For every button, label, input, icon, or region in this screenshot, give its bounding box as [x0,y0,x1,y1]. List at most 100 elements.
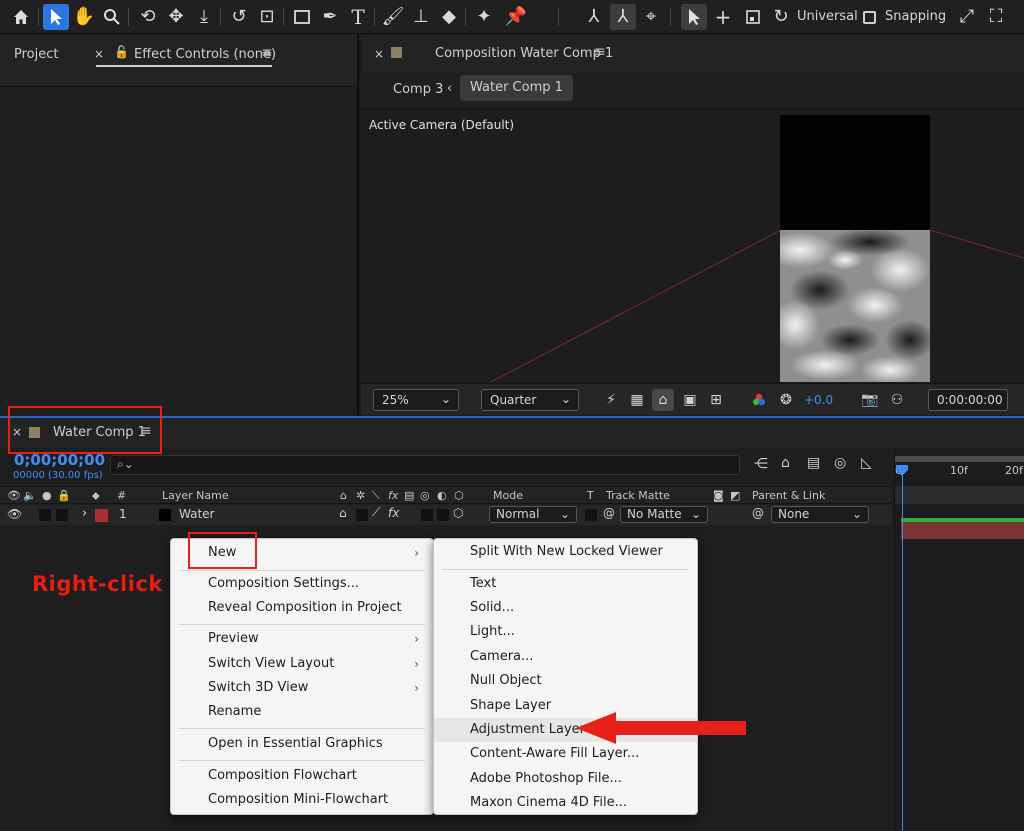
close-icon[interactable]: × [374,47,384,61]
fx-switch[interactable]: fx [388,506,399,520]
transparency-grid-icon[interactable]: ▦ [626,389,648,411]
pickwhip-icon[interactable]: @ [603,506,615,520]
tab-effect-controls[interactable]: Effect Controls (none) [134,47,276,62]
world-axis-icon[interactable]: ⅄ [610,4,636,30]
frame-blending-icon[interactable]: ▤ [807,455,820,471]
composition-flowchart-icon[interactable]: ⋲ [754,456,768,472]
expand-chevron-icon[interactable]: › [82,506,87,521]
dolly-camera-icon[interactable]: ⤓ [191,4,217,30]
home-icon[interactable] [8,4,34,30]
show-snapshot-icon[interactable]: ⚇ [886,389,908,411]
pan-behind-icon[interactable]: ⊡ [254,4,280,30]
column-parent-link[interactable]: Parent & Link [752,489,825,502]
menu-item-preview[interactable]: Preview › [171,627,433,651]
layer-name[interactable]: Water [179,507,214,521]
track-matte-dropdown[interactable]: No Matte ⌄ [620,506,708,523]
selection-tool-icon[interactable] [43,4,69,30]
menu-item-rename[interactable]: Rename [171,700,433,724]
lock-icon[interactable]: 🔓 [114,45,129,59]
work-area-bar[interactable] [895,456,1024,462]
menu-item-composition-mini-flowchart[interactable]: Composition Mini-Flowchart [171,788,433,812]
breadcrumb-parent[interactable]: Comp 3 [393,82,443,97]
snapping-label[interactable]: Snapping [885,9,946,24]
parent-pickwhip-icon[interactable]: @ [752,506,764,520]
zoom-tool-icon[interactable] [99,4,125,30]
menu-item-photoshop-file[interactable]: Adobe Photoshop File... [434,767,697,791]
resolution-dropdown[interactable]: Quarter ⌄ [481,389,579,411]
panel-menu-icon[interactable]: ≡ [261,45,273,61]
menu-item-open-essential-graphics[interactable]: Open in Essential Graphics [171,732,433,756]
time-ruler-area[interactable]: 0f 10f 20f [894,448,1024,831]
video-visibility-icon[interactable]: 👁 [7,489,21,502]
quality-switch-icon[interactable]: ⟋ [372,505,380,520]
table-row[interactable]: 👁 › 1 Water ⌂ ⟋ fx ⬡ Normal ⌄ @ No Matte… [0,505,892,525]
pen-tool-icon[interactable]: ✒ [317,4,343,30]
graph-editor-icon[interactable]: ◺ [861,455,872,471]
menu-item-reveal-composition[interactable]: Reveal Composition in Project [171,596,433,620]
clone-stamp-icon[interactable]: ⊥ [408,4,434,30]
position-gizmo-icon[interactable]: + [710,4,736,30]
menu-item-split-locked-viewer[interactable]: Split With New Locked Viewer [434,540,697,564]
shy-layers-icon[interactable]: ⌂ [781,455,790,471]
solo-icon[interactable]: ● [42,489,52,502]
puppet-pin-icon[interactable]: 📌 [503,4,529,30]
solo-toggle[interactable] [56,509,68,521]
menu-item-switch-3d-view[interactable]: Switch 3D View › [171,676,433,700]
layer-duration-bar[interactable] [901,522,1024,539]
rectangle-tool-icon[interactable] [289,4,315,30]
preserve-transparency-toggle[interactable] [585,509,597,521]
fast-previews-icon[interactable]: ⚡ [600,389,622,411]
snap-grid-icon[interactable]: ⛶ [983,4,1009,30]
workspace-label[interactable]: Universal [797,9,858,24]
orbit-camera-icon[interactable]: ⟲ [135,4,161,30]
menu-item-solid[interactable]: Solid... [434,596,697,620]
menu-item-null-object[interactable]: Null Object [434,669,697,693]
rotate-tool-icon[interactable]: ↺ [226,4,252,30]
3d-layer-switch-icon[interactable]: ⬡ [453,506,463,520]
local-axis-icon[interactable]: ⅄ [581,4,607,30]
column-track-matte[interactable]: Track Matte [606,489,670,502]
tab-project[interactable]: Project [14,47,58,62]
column-layer-name[interactable]: Layer Name [162,489,229,502]
mask-visibility-icon[interactable]: ⌂ [652,389,674,411]
viewer-canvas-area[interactable]: Active Camera (Default) [361,110,1024,382]
menu-item-composition-settings[interactable]: Composition Settings... [171,572,433,596]
menu-item-composition-flowchart[interactable]: Composition Flowchart [171,764,433,788]
pan-camera-icon[interactable]: ✥ [163,4,189,30]
label-tag-icon[interactable]: ⬥ [92,489,100,503]
collapse-switch[interactable] [356,509,368,521]
scale-gizmo-icon[interactable] [740,4,766,30]
audio-toggle[interactable] [39,509,51,521]
universal-move-icon[interactable] [681,4,707,30]
magnification-dropdown[interactable]: 25% ⌄ [373,389,459,411]
panel-menu-icon[interactable]: ≡ [594,44,606,60]
adjustment-switch[interactable] [437,509,449,521]
menu-item-text[interactable]: Text [434,572,697,596]
current-time-display[interactable]: 0:00:00:00 [928,389,1008,411]
shy-switch-icon[interactable]: ⌂ [339,506,347,520]
audio-icon[interactable]: 🔈 [23,489,37,502]
menu-item-content-aware-fill-layer[interactable]: Content-Aware Fill Layer... [434,742,697,766]
type-tool-icon[interactable]: T [345,4,371,30]
layer-search-input[interactable]: ⌕⌄ [110,455,740,475]
eye-icon[interactable]: 👁 [7,507,22,521]
roto-brush-icon[interactable]: ✦ [471,4,497,30]
tab-composition[interactable]: Composition Water Comp 1 [435,46,613,61]
region-of-interest-icon[interactable]: ▣ [679,389,701,411]
layer-label-color[interactable] [95,509,108,522]
close-icon[interactable]: × [94,47,104,61]
playhead-line[interactable] [902,466,903,831]
channel-icon[interactable] [748,389,770,411]
snap-option-icon[interactable]: ⤢ [954,4,980,30]
hand-tool-icon[interactable]: ✋ [71,4,97,30]
motion-blur-icon[interactable]: ◎ [834,455,846,471]
motion-blur-switch[interactable] [421,509,433,521]
snapshot-icon[interactable]: 📷 [859,389,881,411]
breadcrumb-active-chip[interactable]: Water Comp 1 [460,75,573,101]
view-axis-icon[interactable]: ⌖ [638,4,664,30]
parent-dropdown[interactable]: None ⌄ [771,506,869,523]
grid-guides-icon[interactable]: ⊞ [705,389,727,411]
column-mode[interactable]: Mode [493,489,523,502]
lock-icon[interactable]: 🔒 [57,489,71,502]
menu-item-camera[interactable]: Camera... [434,645,697,669]
